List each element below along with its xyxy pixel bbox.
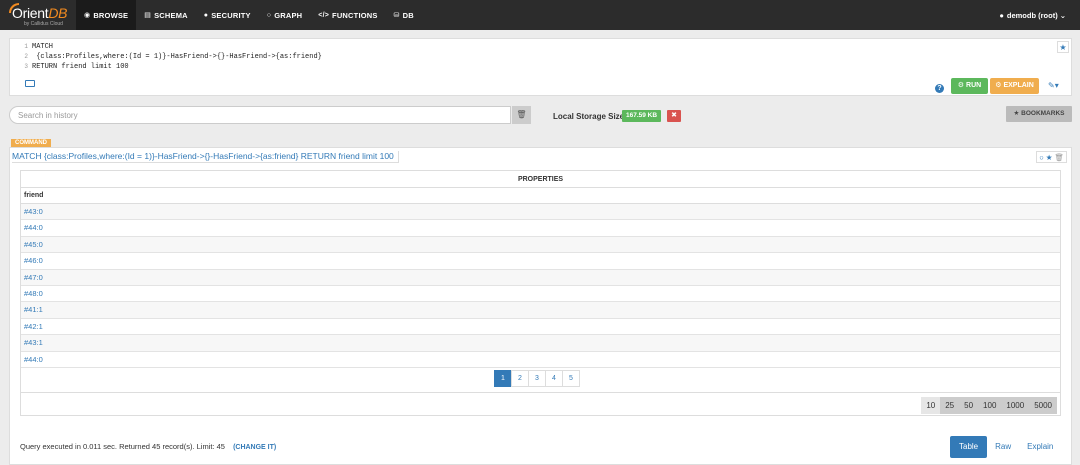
page-size-25[interactable]: 25 (940, 397, 959, 414)
column-header-friend[interactable]: friend (21, 188, 1060, 204)
nav-graph[interactable]: ○ GRAPH (259, 0, 311, 30)
status-text: Query executed in 0.011 sec. Returned 45… (20, 442, 225, 451)
table-body: #43:0 #44:0 #45:0 #46:0 #47:0 #48:0 #41:… (21, 204, 1060, 368)
page-size-100[interactable]: 100 (978, 397, 1001, 414)
star-icon[interactable]: ★ (1046, 152, 1053, 162)
command-tag: COMMAND (11, 139, 51, 147)
page-5-button[interactable]: 5 (562, 370, 580, 387)
page-2-button[interactable]: 2 (511, 370, 529, 387)
table-icon: ▤ (144, 12, 152, 19)
code-icon: </> (318, 11, 330, 19)
table-row[interactable]: #44:0 (21, 352, 1060, 368)
explain-button[interactable]: ⚙ EXPLAIN (990, 78, 1039, 94)
circle-icon: ○ (266, 11, 272, 19)
page-1-button[interactable]: 1 (494, 370, 512, 387)
table-row[interactable]: #43:0 (21, 204, 1060, 221)
code-line: 3 RETURN friend limit 100 (24, 63, 129, 71)
code-area[interactable]: 1 MATCH 2 {class:Profiles,where:(Id = 1)}… (18, 42, 322, 72)
logo-text: Orient (12, 5, 49, 21)
table-row[interactable]: #41:1 (21, 302, 1060, 319)
view-raw-button[interactable]: Raw (987, 436, 1019, 458)
table-row[interactable]: #42:1 (21, 319, 1060, 336)
table-row[interactable]: #45:0 (21, 236, 1060, 254)
page-3-button[interactable]: 3 (528, 370, 546, 387)
page-size-50[interactable]: 50 (959, 397, 978, 414)
clear-history-button[interactable]: 🗑 (512, 106, 531, 124)
trash-icon: ✖ (671, 112, 677, 119)
chevron-down-icon: ⌄ (1059, 10, 1066, 20)
nav-functions[interactable]: </> FUNCTIONS (310, 0, 385, 30)
user-menu[interactable]: ● demodb (root) ⌄ (999, 0, 1066, 30)
page-4-button[interactable]: 4 (545, 370, 563, 387)
bookmarks-button[interactable]: ★ BOOKMARKS (1006, 106, 1072, 122)
top-navbar: OrientDB by Callidus Cloud ◉ BROWSE ▤ SCHE… (0, 0, 1080, 30)
trash-icon: 🗑 (516, 110, 527, 119)
database-icon: ⛁ (393, 12, 400, 19)
trash-icon[interactable]: 🗑 (1054, 152, 1064, 162)
clear-storage-button[interactable]: ✖ (667, 110, 681, 122)
refresh-icon[interactable]: ○ (1039, 152, 1044, 162)
query-status: Query executed in 0.011 sec. Returned 45… (20, 442, 276, 451)
wrench-icon[interactable]: ✎▾ (1048, 81, 1059, 90)
user-icon: ● (203, 11, 209, 19)
code-line: 2 {class:Profiles,where:(Id = 1)}-HasFri… (24, 53, 322, 61)
storage-size-badge: 167.59 KB (622, 110, 662, 122)
logo-db-text: DB (48, 5, 68, 21)
logo-subtitle: by Callidus Cloud (24, 21, 63, 27)
table-row[interactable]: #48:0 (21, 286, 1060, 303)
page-size-10[interactable]: 10 (921, 397, 941, 414)
help-icon[interactable]: ? (935, 84, 944, 93)
table-row[interactable]: #46:0 (21, 253, 1060, 270)
user-name: demodb (root) (1006, 10, 1058, 20)
result-tools: ○ ★ 🗑 (1036, 151, 1067, 163)
page-size-1000[interactable]: 1000 (1001, 397, 1029, 414)
orientdb-logo[interactable]: OrientDB by Callidus Cloud (6, 0, 76, 30)
keyboard-icon[interactable] (25, 80, 35, 87)
page-size-selector: 10 25 50 100 1000 5000 (921, 397, 1057, 414)
table-row[interactable]: #47:0 (21, 269, 1060, 286)
view-explain-button[interactable]: Explain (1019, 436, 1061, 458)
eye-icon: ◉ (84, 12, 91, 19)
gear-icon: ⚙ (957, 82, 967, 89)
code-line: 1 MATCH (24, 43, 54, 51)
nav-security[interactable]: ● SECURITY (196, 0, 259, 30)
star-icon: ★ (1013, 110, 1022, 117)
nav-schema[interactable]: ▤ SCHEMA (136, 0, 196, 30)
result-query-link[interactable]: MATCH {class:Profiles,where:(Id = 1)}-Ha… (12, 151, 399, 163)
change-limit-link[interactable]: (CHANGE IT) (233, 444, 276, 451)
history-search-input[interactable]: Search in history (9, 106, 511, 124)
result-table: PROPERTIES friend #43:0 #44:0 #45:0 #46:… (20, 170, 1061, 416)
result-panel: MATCH {class:Profiles,where:(Id = 1)}-Ha… (9, 147, 1072, 465)
table-row[interactable]: #44:0 (21, 220, 1060, 237)
pagination: 1 2 3 4 5 (494, 370, 580, 387)
nav-browse[interactable]: ◉ BROWSE (76, 0, 137, 30)
view-switcher: Table Raw Explain (950, 436, 1061, 458)
run-button[interactable]: ⚙ RUN (951, 78, 988, 94)
storage-label: Local Storage Size (553, 112, 625, 121)
user-icon: ● (999, 10, 1004, 20)
nav-db[interactable]: ⛁ DB (386, 0, 422, 30)
page-size-5000[interactable]: 5000 (1029, 397, 1057, 414)
query-editor[interactable]: 1 MATCH 2 {class:Profiles,where:(Id = 1)}… (9, 38, 1072, 96)
properties-header: PROPERTIES (21, 171, 1060, 188)
divider (21, 392, 1060, 393)
bookmark-star-icon[interactable]: ★ (1057, 41, 1069, 53)
view-table-button[interactable]: Table (950, 436, 988, 458)
table-row[interactable]: #43:1 (21, 335, 1060, 352)
